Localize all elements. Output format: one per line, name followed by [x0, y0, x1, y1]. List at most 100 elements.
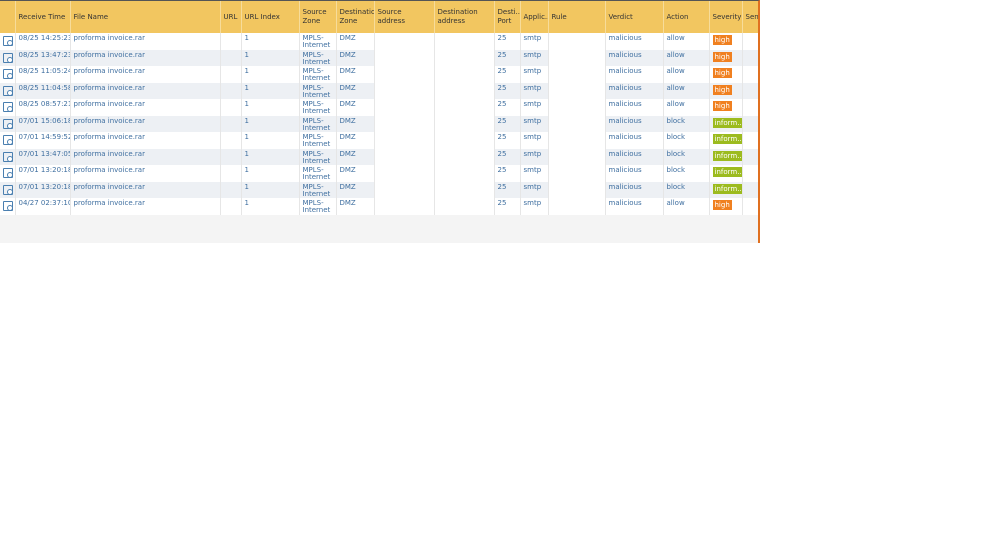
log-detail-icon[interactable] [3, 69, 13, 79]
detail-icon[interactable] [0, 165, 16, 182]
sender [742, 148, 758, 165]
url-index: 1 [241, 165, 300, 182]
action: allow [663, 99, 710, 116]
verdict: malicious [605, 33, 664, 50]
log-detail-icon[interactable] [3, 184, 13, 195]
table-row[interactable]: 04/27 02:37:10 proforma invoice.rar 1 MPLS-… [0, 198, 758, 215]
source-zone: MPLS-Internet [299, 165, 337, 182]
source-zone: MPLS-Internet [299, 33, 337, 50]
detail-icon[interactable] [0, 198, 16, 215]
column-header-action[interactable]: Action [663, 1, 710, 33]
verdict: malicious [605, 132, 664, 149]
column-header-sender[interactable]: Send [742, 1, 758, 33]
destination-zone: DMZ [336, 198, 375, 215]
url [220, 148, 242, 165]
severity-badge: high [712, 101, 732, 111]
table-row[interactable]: 07/01 13:20:18 proforma invoice.rar 1 MPLS-… [0, 165, 758, 182]
table-row[interactable]: 08/25 13:47:23 proforma invoice.rar 1 MPLS-… [0, 49, 758, 66]
detail-icon[interactable] [0, 148, 16, 165]
wildfire-log-table-panel: Receive Time File Name URL URL Index Source … [0, 0, 760, 243]
source-address-redacted [374, 82, 435, 99]
column-header-file-name[interactable]: File Name [70, 1, 221, 33]
action: allow [663, 66, 710, 83]
table-row[interactable]: 07/01 15:06:18 proforma invoice.rar 1 MPLS-… [0, 115, 758, 132]
column-header-verdict[interactable]: Verdict [605, 1, 664, 33]
receive-time: 07/01 15:06:18 [15, 115, 71, 132]
destination-port: 25 [494, 49, 521, 66]
column-header-url[interactable]: URL [220, 1, 242, 33]
source-address-redacted [374, 165, 435, 182]
application: smtp [520, 66, 549, 83]
url [220, 165, 242, 182]
log-detail-icon[interactable] [3, 168, 13, 178]
column-header-url-index[interactable]: URL Index [241, 1, 300, 33]
destination-zone: DMZ [336, 99, 375, 116]
column-header-destination-zone[interactable]: Destination Zone [336, 1, 375, 33]
log-detail-icon[interactable] [3, 118, 13, 129]
url-index: 1 [241, 33, 300, 50]
application: smtp [520, 49, 549, 66]
log-detail-icon[interactable] [3, 151, 13, 162]
log-detail-icon[interactable] [3, 36, 13, 46]
source-zone: MPLS-Internet [299, 82, 337, 99]
destination-address-redacted [434, 132, 495, 149]
url-index: 1 [241, 82, 300, 99]
receive-time: 08/25 08:57:21 [15, 99, 71, 116]
rule-redacted [548, 148, 606, 165]
application: smtp [520, 115, 549, 132]
url-index: 1 [241, 115, 300, 132]
detail-icon[interactable] [0, 132, 16, 149]
log-detail-icon[interactable] [3, 102, 13, 112]
column-header-detail[interactable] [0, 1, 16, 33]
source-address-redacted [374, 181, 435, 198]
rule-redacted [548, 99, 606, 116]
sender [742, 132, 758, 149]
column-header-source-address[interactable]: Source address [374, 1, 435, 33]
url-index: 1 [241, 132, 300, 149]
receive-time: 04/27 02:37:10 [15, 198, 71, 215]
destination-zone: DMZ [336, 115, 375, 132]
detail-icon[interactable] [0, 181, 16, 198]
detail-icon[interactable] [0, 49, 16, 66]
action: block [663, 115, 710, 132]
receive-time: 07/01 13:20:18 [15, 165, 71, 182]
destination-zone: DMZ [336, 49, 375, 66]
detail-icon[interactable] [0, 66, 16, 83]
column-header-source-zone[interactable]: Source Zone [299, 1, 337, 33]
log-detail-icon[interactable] [3, 52, 13, 63]
log-detail-icon[interactable] [3, 201, 13, 211]
severity: high [709, 99, 743, 116]
log-detail-icon[interactable] [3, 135, 13, 145]
table-row[interactable]: 07/01 14:59:52 proforma invoice.rar 1 MPLS-… [0, 132, 758, 149]
detail-icon[interactable] [0, 115, 16, 132]
table-row[interactable]: 08/25 08:57:21 proforma invoice.rar 1 MPLS-… [0, 99, 758, 116]
destination-address-redacted [434, 181, 495, 198]
destination-port: 25 [494, 181, 521, 198]
column-header-receive-time[interactable]: Receive Time [15, 1, 71, 33]
column-header-destination-port[interactable]: Desti... Port [494, 1, 521, 33]
table-row[interactable]: 08/25 11:04:58 proforma invoice.rar 1 MPLS-… [0, 82, 758, 99]
severity: inform... [709, 165, 743, 182]
destination-address-redacted [434, 82, 495, 99]
table-row[interactable]: 08/25 11:05:24 proforma invoice.rar 1 MPLS-… [0, 66, 758, 83]
destination-port: 25 [494, 198, 521, 215]
table-row[interactable]: 08/25 14:25:23 proforma invoice.rar 1 MPLS-… [0, 33, 758, 50]
column-header-severity[interactable]: Severity [709, 1, 743, 33]
action: allow [663, 82, 710, 99]
detail-icon[interactable] [0, 82, 16, 99]
application: smtp [520, 181, 549, 198]
log-detail-icon[interactable] [3, 85, 13, 96]
column-header-application[interactable]: Applic... [520, 1, 549, 33]
sender [742, 99, 758, 116]
destination-zone: DMZ [336, 165, 375, 182]
source-zone: MPLS-Internet [299, 198, 337, 215]
detail-icon[interactable] [0, 33, 16, 50]
column-header-destination-address[interactable]: Destination address [434, 1, 495, 33]
url-index: 1 [241, 148, 300, 165]
table-row[interactable]: 07/01 13:47:05 proforma invoice.rar 1 MPLS-… [0, 148, 758, 165]
detail-icon[interactable] [0, 99, 16, 116]
url [220, 99, 242, 116]
url [220, 198, 242, 215]
column-header-rule[interactable]: Rule [548, 1, 606, 33]
table-row[interactable]: 07/01 13:20:18 proforma invoice.rar 1 MPLS-… [0, 181, 758, 198]
